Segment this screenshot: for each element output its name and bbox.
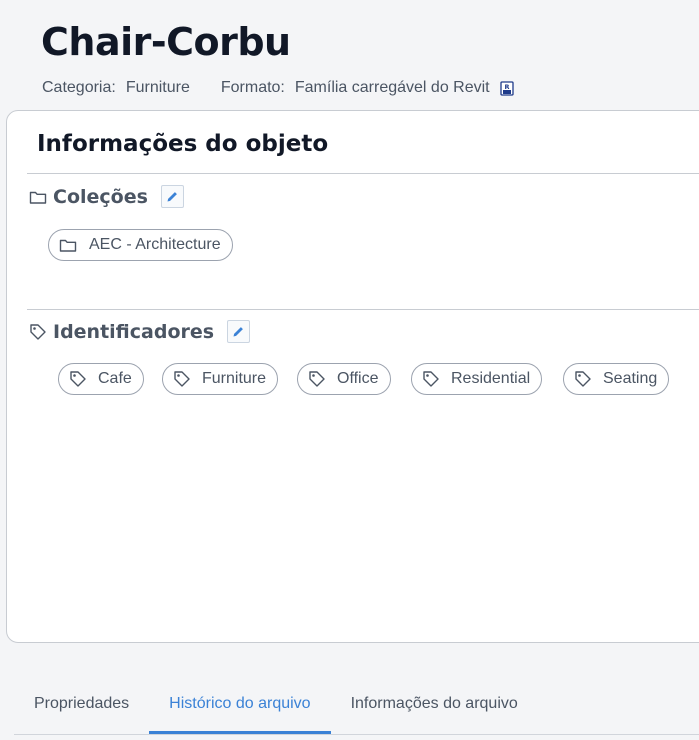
tag-chip-label: Cafe [98, 370, 132, 387]
format-value: Família carregável do Revit [294, 79, 490, 96]
tag-chip[interactable]: Furniture [162, 363, 279, 395]
tab-bar: Propriedades Histórico do arquivo Inform… [14, 683, 699, 735]
tag-chip-label: Office [337, 370, 379, 387]
tag-icon [574, 370, 592, 388]
tag-chip[interactable]: Residential [411, 363, 543, 395]
tab-file-history[interactable]: Histórico do arquivo [149, 683, 331, 734]
folder-icon [59, 236, 77, 254]
collections-section-header: Coleções [29, 185, 184, 208]
tag-chip[interactable]: Seating [563, 363, 670, 395]
tab-file-info[interactable]: Informações do arquivo [331, 683, 538, 734]
tag-chip-label: Furniture [202, 370, 267, 387]
tag-icon [173, 370, 191, 388]
revit-file-icon: R [499, 80, 514, 96]
tag-icon [308, 370, 326, 388]
page-title: Chair-Corbu [41, 20, 291, 64]
tag-chip-label: Seating [603, 370, 658, 387]
panel-title: Informações do objeto [37, 131, 329, 157]
object-info-panel: Informações do objeto Coleções AEC - Arc… [6, 110, 699, 643]
format-label: Formato: [220, 79, 285, 96]
tag-chip[interactable]: Cafe [58, 363, 144, 395]
edit-tags-button[interactable] [227, 320, 251, 343]
category-value: Furniture [125, 79, 190, 96]
tag-icon [422, 370, 440, 388]
object-meta: Categoria: Furniture Formato: Família ca… [42, 79, 514, 97]
collection-chip[interactable]: AEC - Architecture [48, 229, 233, 261]
panel-divider [27, 173, 699, 174]
tags-section-header: Identificadores [29, 320, 251, 343]
category-label: Categoria: [42, 79, 116, 96]
tags-label: Identificadores [53, 320, 215, 343]
tab-bar-underline [14, 734, 699, 735]
tag-icon [69, 370, 87, 388]
collection-chip-label: AEC - Architecture [89, 236, 221, 253]
folder-icon [29, 188, 47, 206]
edit-collections-button[interactable] [160, 185, 184, 208]
tag-chip[interactable]: Office [297, 363, 391, 395]
pencil-icon [233, 327, 243, 337]
section-divider [27, 309, 699, 310]
svg-text:R: R [504, 83, 509, 91]
tag-chip-label: Residential [451, 370, 531, 387]
pencil-icon [167, 192, 177, 202]
collections-label: Coleções [53, 185, 148, 208]
tab-properties[interactable]: Propriedades [14, 683, 149, 734]
tag-icon [29, 323, 47, 341]
